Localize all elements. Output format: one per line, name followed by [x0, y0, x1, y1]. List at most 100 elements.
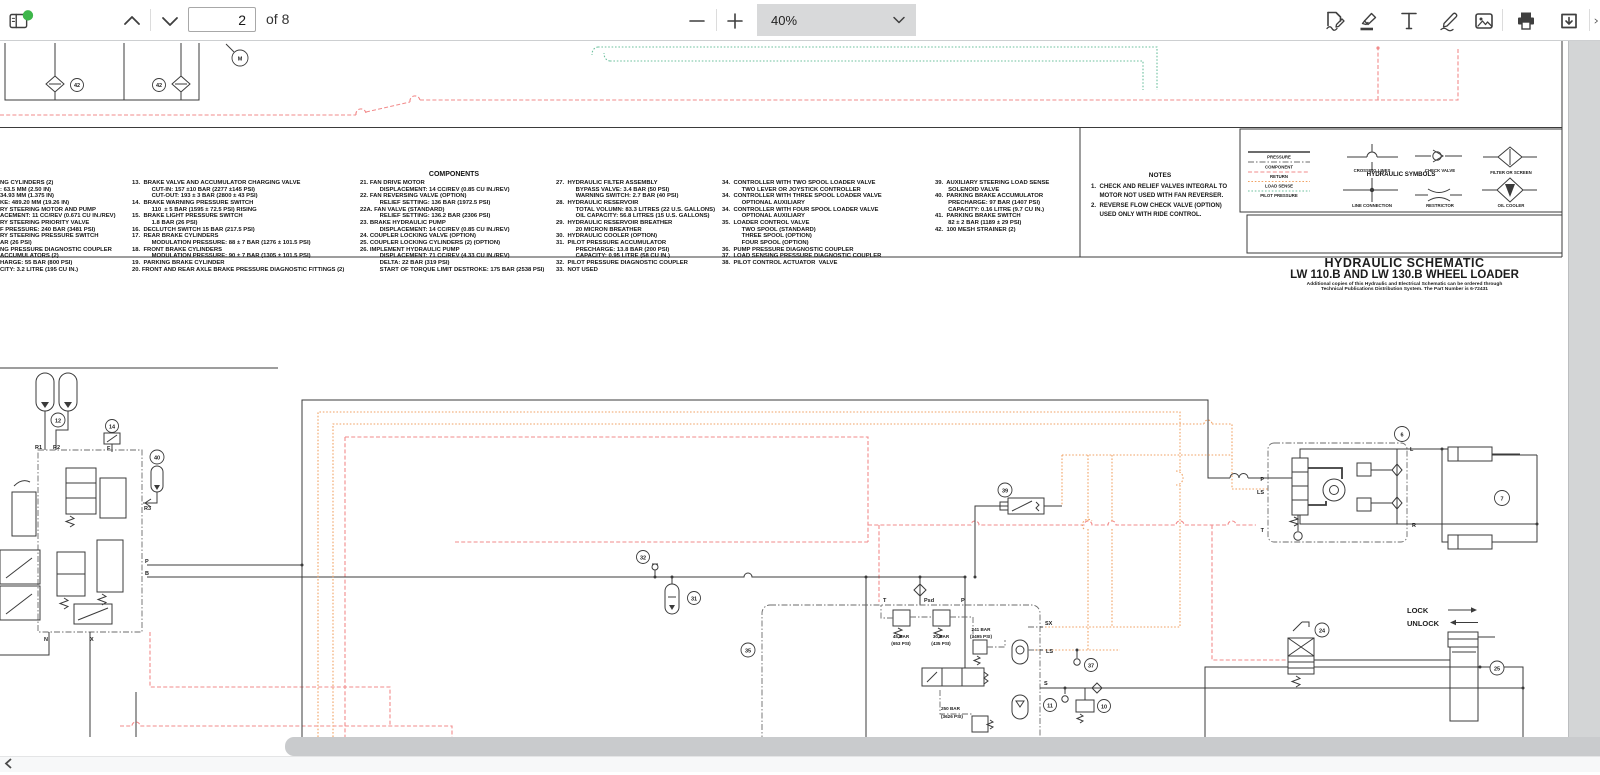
text-line: 39. AUXILIARY STEERING LOAD SENSE — [935, 180, 1049, 187]
text-line: 34. CONTROLLER WITH TWO SPOOL LOADER VAL… — [722, 180, 882, 187]
text-line: 42. 100 MESH STRAINER (2) — [935, 227, 1049, 234]
hydraulic-schematic-drawing: 42 42 M PRESSURE COMPONENT RETURN LOAD S… — [0, 40, 1600, 771]
text-line: CITY: 3.2 LITRE (195 CU IN.) — [0, 267, 116, 274]
highlighter-icon — [1356, 9, 1380, 33]
highlight-button[interactable] — [1355, 8, 1381, 34]
save-button[interactable] — [1556, 8, 1582, 34]
callout-10: 10 — [1101, 705, 1107, 711]
text-line: 35. LOADER CONTROL VALVE — [722, 220, 882, 227]
port-r3: R3 — [144, 506, 151, 512]
callout-11: 11 — [1047, 704, 1053, 710]
text-line: 16. DECLUTCH SWITCH 15 BAR (217.5 PSI) — [132, 227, 344, 234]
text-line: 27. HYDRAULIC FILTER ASSEMBLY — [556, 180, 715, 187]
port-s: S — [1044, 681, 1048, 687]
motor-label: M — [238, 57, 243, 63]
sheet2-brake-valve-block — [0, 450, 142, 737]
zoom-out-button[interactable] — [684, 8, 710, 34]
text-line: 33. NOT USED — [556, 267, 715, 274]
text-line: 32. PILOT PRESSURE DIAGNOSTIC COUPLER — [556, 260, 715, 267]
toolbar-separator — [716, 9, 717, 31]
text-line: 37. LOAD SENSING PRESSURE DIAGNOSTIC COU… — [722, 253, 882, 260]
text-line: 22A. FAN VALVE (STANDARD) — [360, 207, 544, 214]
text-line: TWO SPOOL (STANDARD) — [722, 227, 882, 234]
chevron-down-icon — [159, 11, 181, 31]
pressure-30bar: 30 BAR — [933, 634, 950, 639]
sheet2-port-labels: R1 R2 F R3 P B N X T Psd P SX LS S P LS … — [35, 445, 1416, 687]
plus-icon — [725, 11, 745, 31]
pressure-250bar: 250 BAR — [941, 706, 961, 711]
legend-load-sense: LOAD SENSE — [1265, 184, 1293, 189]
text-line: 29. HYDRAULIC RESERVOIR BREATHER — [556, 220, 715, 227]
callout-31: 31 — [691, 597, 697, 603]
text-line: F PRESSURE: 240 BAR (3481 PSI) — [0, 227, 116, 234]
sidebar-toggle-button[interactable] — [8, 8, 34, 34]
port-r1: R1 — [35, 445, 42, 451]
text-line: USED ONLY WITH RIDE CONTROL. — [1091, 210, 1227, 219]
add-text-button[interactable] — [1396, 8, 1422, 34]
text-line: 40. PARKING BRAKE ACCUMULATOR — [935, 193, 1049, 200]
zoom-level-dropdown[interactable]: 40% — [757, 4, 916, 36]
text-line: DISPLACEMENT: 14 CC/REV (0.85 CU IN./REV… — [360, 187, 544, 194]
text-line: WARNING SWITCH: 2.7 BAR (40 PSI) — [556, 193, 715, 200]
text-line: 19. PARKING BRAKE CYLINDER — [132, 260, 344, 267]
scroll-left-button[interactable] — [2, 757, 16, 770]
add-image-button[interactable] — [1471, 8, 1497, 34]
sheet2-tank-line-and-couplers: 37 11 10 — [1040, 649, 1523, 738]
symbol-restrictor: RESTRICTOR — [1426, 203, 1455, 208]
text-line: CAPACITY: 0.95 LITRE (58 CU IN.) — [556, 253, 715, 260]
text-line: SOLENOID VALVE — [935, 187, 1049, 194]
pdf-viewer: { "toolbar": { "page_current": "2", "pag… — [0, 0, 1600, 771]
pressure-241bar-psi: (3495 PSI) — [970, 634, 992, 639]
pen-icon — [1437, 9, 1461, 33]
signature-button[interactable] — [1322, 8, 1348, 34]
components-column-2: 13. BRAKE VALVE AND ACCUMULATOR CHARGING… — [132, 180, 344, 273]
port-t-mid: T — [883, 598, 887, 604]
text-line: 31. PILOT PRESSURE ACCUMULATOR — [556, 240, 715, 247]
port-t-steer: T — [1261, 528, 1265, 534]
text-icon — [1397, 9, 1421, 33]
text-line: TOTAL VOLUMN: 83.3 LITRES (22 U.S. GALLO… — [556, 207, 715, 214]
text-line: 1.8 BAR (26 PSI) — [132, 220, 344, 227]
text-line: 34. CONTROLLER WITH FOUR SPOOL LOADER VA… — [722, 207, 882, 214]
toolbar-separator — [1502, 9, 1503, 31]
toolbar-separator — [1589, 9, 1590, 31]
pdf-page-canvas[interactable]: 42 42 M PRESSURE COMPONENT RETURN LOAD S… — [0, 40, 1600, 771]
notes-text: 1. CHECK AND RELIEF VALVES INTEGRAL TO M… — [1091, 182, 1227, 220]
components-column-3: 21. FAN DRIVE MOTOR DISPLACEMENT: 14 CC/… — [360, 180, 544, 273]
toolbar-separator — [150, 9, 151, 31]
text-line: 21. FAN DRIVE MOTOR — [360, 180, 544, 187]
text-line: 15. BRAKE LIGHT PRESSURE SWITCH — [132, 213, 344, 220]
text-line: 1. CHECK AND RELIEF VALVES INTEGRAL TO — [1091, 182, 1227, 191]
next-page-button[interactable] — [157, 8, 183, 34]
legend-component: COMPONENT — [1265, 165, 1293, 170]
text-line: RY STEERING MOTOR AND PUMP — [0, 207, 116, 214]
printer-icon — [1514, 9, 1538, 33]
text-line: OPTIONAL AUXILIARY — [722, 213, 882, 220]
text-line: DELTA: 22 BAR (319 PSI) — [360, 260, 544, 267]
horizontal-scrollbar-track[interactable] — [0, 756, 1600, 772]
print-button[interactable] — [1513, 8, 1539, 34]
port-psd: Psd — [924, 598, 934, 604]
callout-42a: 42 — [74, 83, 80, 89]
page-number-input[interactable] — [188, 7, 256, 32]
sheet2-lock-unlock-labels: LOCK UNLOCK — [1407, 606, 1478, 628]
horizontal-scrollbar-thumb[interactable] — [285, 737, 1600, 756]
text-line: RY STEERING PRIORITY VALVE — [0, 220, 116, 227]
text-line: BYPASS VALVE: 3.4 BAR (50 PSI) — [556, 187, 715, 194]
components-column-1: NG CYLINDERS (2): 63.5 MM (2.50 IN)34.93… — [0, 180, 116, 273]
sheet1-pilot-lines — [592, 47, 1157, 90]
text-line: 20. FRONT AND REAR AXLE BRAKE PRESSURE D… — [132, 267, 344, 274]
components-column-5: 34. CONTROLLER WITH TWO SPOOL LOADER VAL… — [722, 180, 882, 267]
callout-35: 35 — [745, 649, 751, 655]
port-l: L — [1410, 447, 1414, 453]
components-column-4: 27. HYDRAULIC FILTER ASSEMBLY BYPASS VAL… — [556, 180, 715, 273]
zoom-in-button[interactable] — [722, 8, 748, 34]
title-block-line3: Additional copies of this Hydraulic and … — [1247, 282, 1562, 287]
save-download-icon — [1557, 9, 1581, 33]
previous-page-button[interactable] — [119, 8, 145, 34]
text-line: PRECHARGE: 13.8 BAR (200 PSI) — [556, 247, 715, 254]
text-line: 23. BRAKE HYDRAULIC PUMP — [360, 220, 544, 227]
text-line: 17. REAR BRAKE CYLINDERS — [132, 233, 344, 240]
overflow-menu-button-partial[interactable] — [1594, 8, 1600, 34]
draw-button[interactable] — [1436, 8, 1462, 34]
